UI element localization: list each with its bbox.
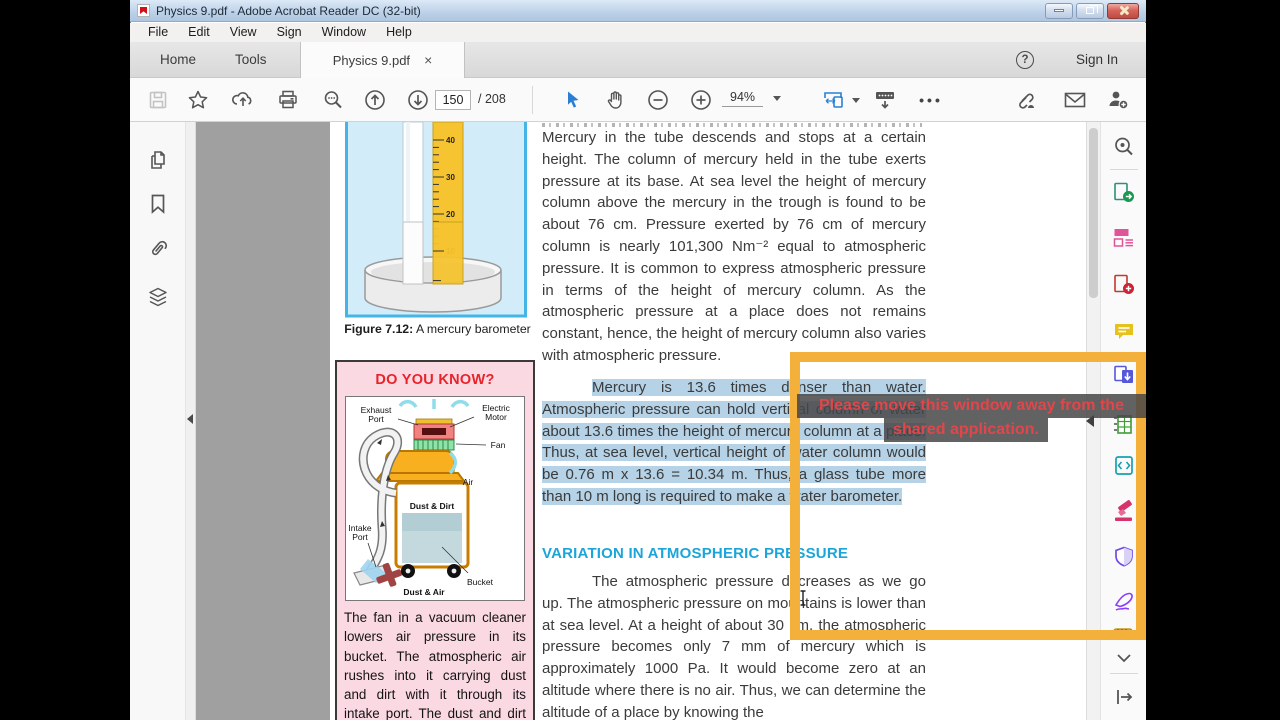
tab-tools[interactable]: Tools [235,42,267,78]
help-icon[interactable]: ? [1016,51,1034,69]
page-thumbnails-icon[interactable] [146,148,170,172]
scale-tick-30: 30 [446,173,455,182]
label-bucket: Bucket [467,577,494,587]
menu-view[interactable]: View [220,23,267,42]
toolbar-divider [532,86,533,114]
svg-text:Motor: Motor [485,412,507,422]
close-icon [1118,5,1129,16]
restore-icon [1086,5,1098,14]
save-icon[interactable] [145,87,171,113]
svg-text:Port: Port [352,532,368,542]
zoom-out-icon[interactable] [645,87,671,113]
page-count-label: / 208 [478,92,506,106]
bookmarks-icon[interactable] [146,192,170,216]
menu-bar: File Edit View Sign Window Help [130,23,1146,42]
scale-tick-20: 20 [446,210,455,219]
layers-icon[interactable] [146,285,170,309]
figure-caption-number: Figure 7.12: [344,322,414,336]
menu-help[interactable]: Help [376,23,422,42]
paragraph-mercury-column: Mercury in the tube descends and stops a… [542,129,926,364]
svg-text:Port: Port [368,414,384,424]
rail-divider [1110,673,1138,674]
zoom-level-control[interactable]: 94% [722,90,782,107]
acrobat-app-icon [137,4,150,17]
do-you-know-caption: The fan in a vacuum cleaner lowers air p… [344,610,526,720]
left-panel-rail [130,122,186,720]
fit-width-icon[interactable] [820,87,846,113]
menu-sign[interactable]: Sign [267,23,312,42]
collapse-right-arrow-icon[interactable] [1086,415,1094,427]
screen: Physics 9.pdf - Adobe Acrobat Reader DC … [0,0,1280,720]
do-you-know-box: DO YOU KNOW? Exhaust Port Electric Motor… [335,360,535,720]
do-you-know-title: DO YOU KNOW? [375,372,495,388]
share-link-icon[interactable] [1012,87,1038,113]
minimize-button[interactable] [1045,2,1073,19]
expand-panel-icon[interactable] [1112,685,1136,709]
select-tool-icon[interactable] [560,87,586,113]
label-fan: Fan [491,440,506,450]
page-number-input[interactable] [435,90,471,110]
label-dust-dirt: Dust & Dirt [410,501,455,511]
search-icon[interactable] [320,87,346,113]
attachments-icon[interactable] [146,238,170,262]
scrollbar-thumb[interactable] [1089,128,1098,298]
close-button[interactable] [1107,2,1139,19]
toolbar: / 208 94% • [130,78,1146,122]
add-user-icon[interactable] [1105,87,1131,113]
tab-document[interactable]: Physics 9.pdf × [300,42,465,78]
tab-close-icon[interactable]: × [424,53,432,67]
more-tools-chevron-icon[interactable] [1112,649,1136,673]
previous-page-icon[interactable] [362,87,388,113]
document-background [196,122,330,720]
create-pdf-icon[interactable] [1112,273,1136,297]
fit-width-caret-icon[interactable] [852,98,860,103]
share-cloud-icon[interactable] [230,87,256,113]
label-air: Air [463,477,474,487]
figure-barometer: 40 30 20 10 Figure 7.12: A mercury barom… [344,122,531,336]
scale-tick-40: 40 [446,136,455,145]
sign-in-button[interactable]: Sign In [1076,42,1118,78]
export-pdf-icon[interactable] [1112,181,1136,205]
hand-tool-icon[interactable] [602,87,628,113]
label-dust-air: Dust & Air [403,587,445,597]
figure-caption-text: A mercury barometer [413,322,531,336]
barometer-illustration: 40 30 20 10 [345,122,527,318]
organize-pages-icon[interactable] [1112,226,1136,250]
text-cursor [798,589,808,612]
minimize-icon [1054,9,1064,12]
zoom-in-icon[interactable] [688,87,714,113]
page-scrolling-icon[interactable] [872,87,898,113]
restore-button[interactable] [1076,2,1104,19]
rail-divider [1110,169,1138,170]
menu-edit[interactable]: Edit [178,23,220,42]
vacuum-cleaner-diagram: Exhaust Port Electric Motor Fan Air Inta… [345,396,525,601]
figure-caption: Figure 7.12: A mercury barometer [340,322,535,336]
menu-file[interactable]: File [138,23,178,42]
tab-home[interactable]: Home [160,42,196,78]
title-bar[interactable]: Physics 9.pdf - Adobe Acrobat Reader DC … [130,0,1146,22]
comment-icon[interactable] [1112,319,1136,343]
window-title: Physics 9.pdf - Adobe Acrobat Reader DC … [156,3,421,18]
tab-bar: Home Tools Physics 9.pdf × ? Sign In [130,42,1146,78]
print-icon[interactable] [275,87,301,113]
collapse-left-arrow-icon[interactable] [187,414,193,424]
next-page-icon[interactable] [405,87,431,113]
menu-window[interactable]: Window [312,23,376,42]
zoom-caret-icon [773,96,782,101]
screen-share-warning-line2: shared application. [884,418,1048,442]
email-icon[interactable] [1062,87,1088,113]
star-icon[interactable] [185,87,211,113]
find-tool-icon[interactable] [1112,135,1136,159]
more-tools-icon[interactable]: ••• [918,87,944,113]
zoom-level-value: 94% [722,90,764,107]
tab-document-label: Physics 9.pdf [332,52,411,68]
left-panel-collapse-strip[interactable] [186,122,196,720]
